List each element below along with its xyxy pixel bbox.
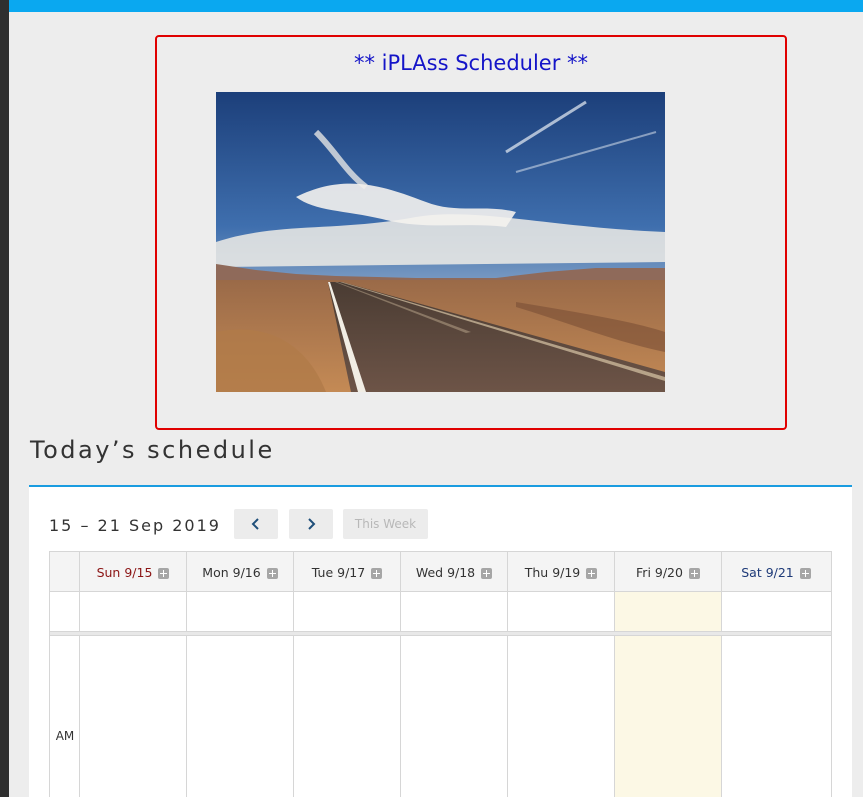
time-slot-cell[interactable] [722, 636, 830, 797]
day-header-mon: Mon 9/16 [187, 552, 294, 591]
header-axis-cell [50, 552, 80, 591]
add-event-icon[interactable] [266, 567, 278, 579]
day-label: Mon 9/16 [202, 564, 261, 580]
day-label: Sat 9/21 [741, 564, 794, 580]
day-label: Sun 9/15 [96, 564, 153, 580]
day-header-fri: Fri 9/20 [615, 552, 722, 591]
all-day-cell[interactable] [508, 592, 615, 631]
add-event-icon[interactable] [586, 567, 598, 579]
time-slot-cell[interactable] [80, 636, 187, 797]
banner-title: ** iPLAss Scheduler ** [353, 51, 589, 75]
time-axis: AM [50, 636, 80, 797]
time-slot-cell[interactable] [401, 636, 508, 797]
all-day-cell[interactable] [294, 592, 401, 631]
schedule-panel: 15 – 21 Sep 2019 This Week Sun 9/15 Mon … [29, 485, 852, 797]
all-day-cell[interactable] [401, 592, 508, 631]
add-event-icon[interactable] [158, 567, 170, 579]
am-label: AM [55, 729, 75, 743]
calendar-header-row: Sun 9/15 Mon 9/16 Tue 9/17 Wed 9/18 Thu … [50, 552, 831, 592]
time-slot-cell[interactable] [508, 636, 615, 797]
add-event-icon[interactable] [688, 567, 700, 579]
date-range-label: 15 – 21 Sep 2019 [49, 516, 221, 535]
previous-week-button[interactable] [234, 509, 278, 539]
section-title: Today’s schedule [30, 436, 275, 464]
all-day-cell[interactable] [722, 592, 830, 631]
this-week-button[interactable]: This Week [343, 509, 428, 539]
all-day-cell[interactable] [187, 592, 294, 631]
day-header-sun: Sun 9/15 [80, 552, 187, 591]
add-event-icon[interactable] [371, 567, 383, 579]
chevron-right-icon [308, 518, 316, 530]
banner-photo [216, 92, 665, 392]
day-header-sat: Sat 9/21 [722, 552, 830, 591]
day-header-thu: Thu 9/19 [508, 552, 615, 591]
day-label: Tue 9/17 [311, 564, 366, 580]
all-day-cell-today[interactable] [615, 592, 722, 631]
next-week-button[interactable] [289, 509, 333, 539]
top-bar [9, 0, 863, 12]
all-day-axis-cell [50, 592, 80, 631]
time-slot-cell-today[interactable] [615, 636, 722, 797]
time-grid-row: AM [50, 636, 831, 797]
time-slot-cell[interactable] [294, 636, 401, 797]
day-label: Fri 9/20 [636, 564, 683, 580]
chevron-left-icon [251, 518, 259, 530]
day-header-tue: Tue 9/17 [294, 552, 401, 591]
add-event-icon[interactable] [481, 567, 493, 579]
all-day-row [50, 592, 831, 632]
add-event-icon[interactable] [799, 567, 811, 579]
day-header-wed: Wed 9/18 [401, 552, 508, 591]
time-slot-cell[interactable] [187, 636, 294, 797]
day-label: Wed 9/18 [415, 564, 476, 580]
left-rail [0, 0, 9, 797]
scheduler-banner: ** iPLAss Scheduler ** [155, 35, 787, 430]
week-calendar: Sun 9/15 Mon 9/16 Tue 9/17 Wed 9/18 Thu … [49, 551, 832, 797]
day-label: Thu 9/19 [524, 564, 581, 580]
all-day-cell[interactable] [80, 592, 187, 631]
